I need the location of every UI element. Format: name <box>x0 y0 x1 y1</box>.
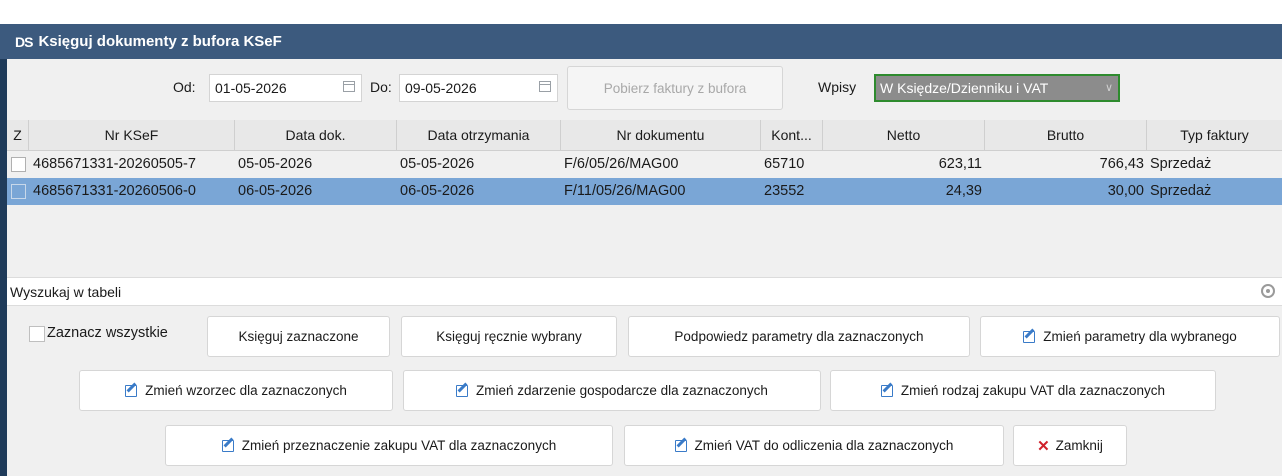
row-checkbox[interactable] <box>11 184 26 199</box>
post-selected-button[interactable]: Księguj zaznaczone <box>207 316 390 357</box>
change-event-label: Zmień zdarzenie gospodarcze dla zaznaczo… <box>476 383 768 398</box>
calendar-icon[interactable] <box>539 81 551 92</box>
cell-kontrahent: 65710 <box>764 156 805 172</box>
cell-kontrahent: 23552 <box>764 183 805 199</box>
cell-netto: 623,11 <box>938 156 982 172</box>
close-button[interactable]: ✕ Zamknij <box>1013 425 1127 466</box>
title-bar: DS Księguj dokumenty z bufora KSeF <box>0 24 1282 59</box>
change-params-button[interactable]: Zmień parametry dla wybranego <box>980 316 1280 357</box>
window-title: Księguj dokumenty z bufora KSeF <box>38 33 282 50</box>
table-header: Z Nr KSeF Data dok. Data otrzymania Nr d… <box>7 120 1282 151</box>
cell-data-dok: 05-05-2026 <box>238 156 313 172</box>
column-header-nr-dokumentu[interactable]: Nr dokumentu <box>561 120 761 150</box>
date-to-label: Do: <box>370 79 392 95</box>
ksef-dialog: DS Księguj dokumenty z bufora KSeF Od: 0… <box>0 0 1282 476</box>
edit-icon <box>674 439 687 452</box>
cell-brutto: 766,43 <box>1099 156 1144 172</box>
cell-data-otrzymania: 05-05-2026 <box>400 156 475 172</box>
edit-icon <box>221 439 234 452</box>
select-all-checkbox[interactable] <box>29 326 45 342</box>
app-logo: DS <box>15 33 33 50</box>
edit-icon <box>1023 330 1036 343</box>
invoice-table: Z Nr KSeF Data dok. Data otrzymania Nr d… <box>7 120 1282 325</box>
calendar-icon[interactable] <box>343 81 355 92</box>
column-header-brutto[interactable]: Brutto <box>985 120 1147 150</box>
date-from-label: Od: <box>173 79 196 95</box>
column-header-data-otrzymania[interactable]: Data otrzymania <box>397 120 561 150</box>
wpisy-select-value: W Księdze/Dzienniku i VAT <box>880 80 1049 96</box>
dialog-content: Od: 01-05-2026 Do: 09-05-2026 Pobierz fa… <box>7 59 1282 476</box>
search-label: Wyszukaj w tabeli <box>10 284 122 300</box>
close-icon: ✕ <box>1037 437 1050 455</box>
wpisy-select[interactable]: W Księdze/Dzienniku i VAT ∨ <box>874 74 1120 102</box>
edit-icon <box>880 384 893 397</box>
edit-icon <box>456 384 469 397</box>
column-header-kontrahent[interactable]: Kont... <box>761 120 823 150</box>
change-params-label: Zmień parametry dla wybranego <box>1043 329 1237 344</box>
change-purchase-type-label: Zmień rodzaj zakupu VAT dla zaznaczonych <box>900 383 1166 398</box>
column-header-nr-ksef[interactable]: Nr KSeF <box>29 120 235 150</box>
table-search-bar[interactable]: Wyszukaj w tabeli <box>7 277 1282 306</box>
change-vat-deduct-button[interactable]: Zmień VAT do odliczenia dla zaznaczonych <box>624 425 1004 466</box>
suggest-params-button[interactable]: Podpowiedz parametry dla zaznaczonych <box>628 316 970 357</box>
fetch-invoices-button[interactable]: Pobierz faktury z bufora <box>567 66 783 110</box>
column-header-typ-faktury[interactable]: Typ faktury <box>1147 120 1282 150</box>
post-manual-button[interactable]: Księguj ręcznie wybrany <box>401 316 617 357</box>
row-checkbox[interactable] <box>11 157 26 172</box>
select-all-label[interactable]: Zaznacz wszystkie <box>47 325 168 341</box>
cell-typ-faktury: Sprzedaż <box>1150 183 1212 199</box>
cell-typ-faktury: Sprzedaż <box>1150 156 1212 172</box>
change-purchase-type-button[interactable]: Zmień rodzaj zakupu VAT dla zaznaczonych <box>830 370 1216 411</box>
cell-nr-dokumentu: F/11/05/26/MAG00 <box>564 183 686 199</box>
edit-icon <box>125 384 138 397</box>
cell-nr-ksef: 4685671331-20260506-0 <box>33 183 196 199</box>
gear-icon[interactable] <box>1261 284 1275 298</box>
change-purchase-purpose-button[interactable]: Zmień przeznaczenie zakupu VAT dla zazna… <box>165 425 613 466</box>
cell-data-dok: 06-05-2026 <box>238 183 313 199</box>
table-row-selected[interactable]: 4685671331-20260506-0 06-05-2026 06-05-2… <box>7 178 1282 205</box>
cell-nr-dokumentu: F/6/05/26/MAG00 <box>564 156 679 172</box>
change-pattern-button[interactable]: Zmień wzorzec dla zaznaczonych <box>79 370 393 411</box>
date-to-value: 09-05-2026 <box>405 80 477 96</box>
change-pattern-label: Zmień wzorzec dla zaznaczonych <box>145 383 347 398</box>
column-header-z[interactable]: Z <box>7 120 29 150</box>
chevron-down-icon: ∨ <box>1104 82 1113 94</box>
close-label: Zamknij <box>1055 438 1103 453</box>
date-from-field[interactable]: 01-05-2026 <box>209 74 362 102</box>
change-event-button[interactable]: Zmień zdarzenie gospodarcze dla zaznaczo… <box>403 370 821 411</box>
date-to-field[interactable]: 09-05-2026 <box>399 74 558 102</box>
cell-data-otrzymania: 06-05-2026 <box>400 183 475 199</box>
filter-bar: Od: 01-05-2026 Do: 09-05-2026 Pobierz fa… <box>7 59 1282 120</box>
cell-nr-ksef: 4685671331-20260505-7 <box>33 156 196 172</box>
window-left-border <box>0 24 7 476</box>
cell-netto: 24,39 <box>945 183 982 199</box>
change-vat-deduct-label: Zmień VAT do odliczenia dla zaznaczonych <box>694 438 954 453</box>
cell-brutto: 30,00 <box>1107 183 1144 199</box>
table-row[interactable]: 4685671331-20260505-7 05-05-2026 05-05-2… <box>7 151 1282 178</box>
column-header-netto[interactable]: Netto <box>823 120 985 150</box>
date-from-value: 01-05-2026 <box>215 80 287 96</box>
change-purchase-purpose-label: Zmień przeznaczenie zakupu VAT dla zazna… <box>241 438 557 453</box>
column-header-data-dok[interactable]: Data dok. <box>235 120 397 150</box>
wpisy-label: Wpisy <box>818 79 857 95</box>
action-panel: Zaznacz wszystkie Księguj zaznaczone Ksi… <box>7 306 1282 476</box>
